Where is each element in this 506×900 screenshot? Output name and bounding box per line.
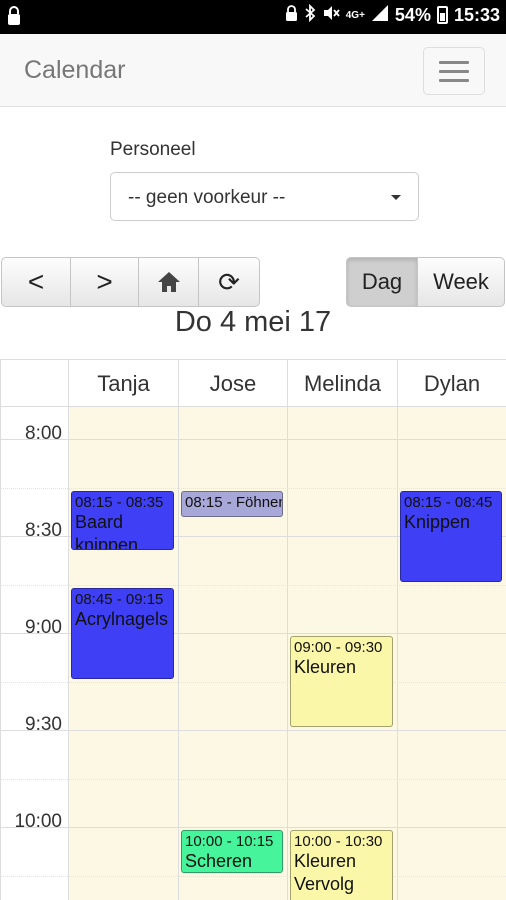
staff-label: Personeel (110, 139, 196, 160)
grid-line (0, 779, 506, 780)
network-type-label: 4G+ (345, 9, 365, 21)
hamburger-icon (439, 61, 469, 64)
time-label: 9:30 (25, 714, 62, 735)
view-week-button[interactable]: Week (417, 257, 505, 307)
event-time: 08:15 - 08:35 (75, 494, 164, 511)
calendar-event[interactable]: 08:45 - 09:15 Acrylnagels (71, 588, 174, 679)
menu-button[interactable] (423, 47, 485, 95)
calendar-event[interactable]: 10:00 - 10:30 Kleuren Vervolg (290, 830, 393, 900)
prev-label: < (27, 266, 45, 297)
event-title: Acrylnagels (75, 609, 169, 629)
status-bar: 4G+ 54% 15:33 (0, 0, 506, 34)
event-title: Baard knippen (75, 512, 139, 550)
prev-button[interactable]: < (1, 257, 71, 307)
view-day-label: Dag (361, 269, 403, 294)
column-header-dylan: Dylan (397, 360, 506, 407)
calendar-header: Tanja Jose Melinda Dylan (0, 359, 506, 407)
battery-percent: 54% (394, 4, 431, 25)
grid-line (0, 827, 506, 828)
grid-line (0, 585, 506, 586)
time-label: 8:30 (25, 520, 62, 541)
time-label: 9:00 (25, 617, 62, 638)
calendar-event[interactable]: 08:15 - 08:45 Knippen (400, 491, 502, 582)
calendar-event[interactable]: 08:15 - Föhnen (181, 491, 283, 517)
date-title: Do 4 mei 17 (174, 306, 332, 338)
event-title: Kleuren (294, 657, 357, 677)
clock: 15:33 (453, 4, 500, 25)
grid-line (0, 439, 506, 440)
staff-select[interactable]: -- geen voorkeur -- (110, 172, 419, 221)
staff-select-value: -- geen voorkeur -- (128, 187, 286, 208)
app-brand[interactable]: Calendar (24, 56, 125, 85)
calendar-body[interactable]: 8:00 8:30 9:00 9:30 10:00 08:15 - 08:35 B… (0, 407, 506, 900)
event-time: 10:00 - 10:15 (185, 833, 274, 850)
grid-line (0, 730, 506, 731)
calendar-event[interactable]: 09:00 - 09:30 Kleuren (290, 636, 393, 727)
event-time: 10:00 - 10:30 (294, 833, 383, 850)
event-title: Scheren (185, 851, 253, 871)
grid-line (0, 876, 506, 877)
refresh-icon: ⟳ (218, 266, 240, 297)
app-bar: Calendar (0, 34, 506, 107)
event-time: 08:45 - 09:15 (75, 591, 164, 608)
column-header-jose: Jose (178, 360, 287, 407)
battery-icon (436, 6, 448, 24)
time-label: 10:00 (14, 811, 62, 832)
event-title: Kleuren Vervolg (294, 851, 357, 894)
event-time: 09:00 - 09:30 (294, 639, 383, 656)
grid-line (0, 488, 506, 489)
column-header-melinda: Melinda (287, 360, 397, 407)
next-label: > (96, 266, 113, 297)
calendar-event[interactable]: 10:00 - 10:15 Scheren (181, 830, 283, 873)
signal-icon (371, 5, 389, 25)
calendar-event[interactable]: 08:15 - 08:35 Baard knippen (71, 491, 174, 550)
calendar-grid: Tanja Jose Melinda Dylan 8:00 8:30 9:00 … (0, 359, 506, 900)
grid-line (0, 682, 506, 683)
today-button[interactable] (138, 257, 199, 307)
column-header-tanja: Tanja (68, 360, 178, 407)
view-day-button[interactable]: Dag (346, 257, 418, 307)
next-button[interactable]: > (70, 257, 139, 307)
mute-icon (322, 5, 340, 25)
axis-header-cell (0, 360, 68, 407)
home-icon (157, 272, 180, 292)
event-time: 08:15 - 08:45 (404, 494, 493, 511)
time-label: 8:00 (25, 423, 62, 444)
view-week-label: Week (433, 269, 489, 294)
refresh-button[interactable]: ⟳ (198, 257, 260, 307)
bluetooth-icon (304, 3, 316, 26)
event-title: Knippen (404, 512, 471, 532)
event-time: 08:15 - Föhnen (185, 494, 283, 511)
lock-icon (285, 4, 298, 26)
notification-lock-icon (6, 6, 22, 31)
caret-down-icon (391, 195, 401, 200)
